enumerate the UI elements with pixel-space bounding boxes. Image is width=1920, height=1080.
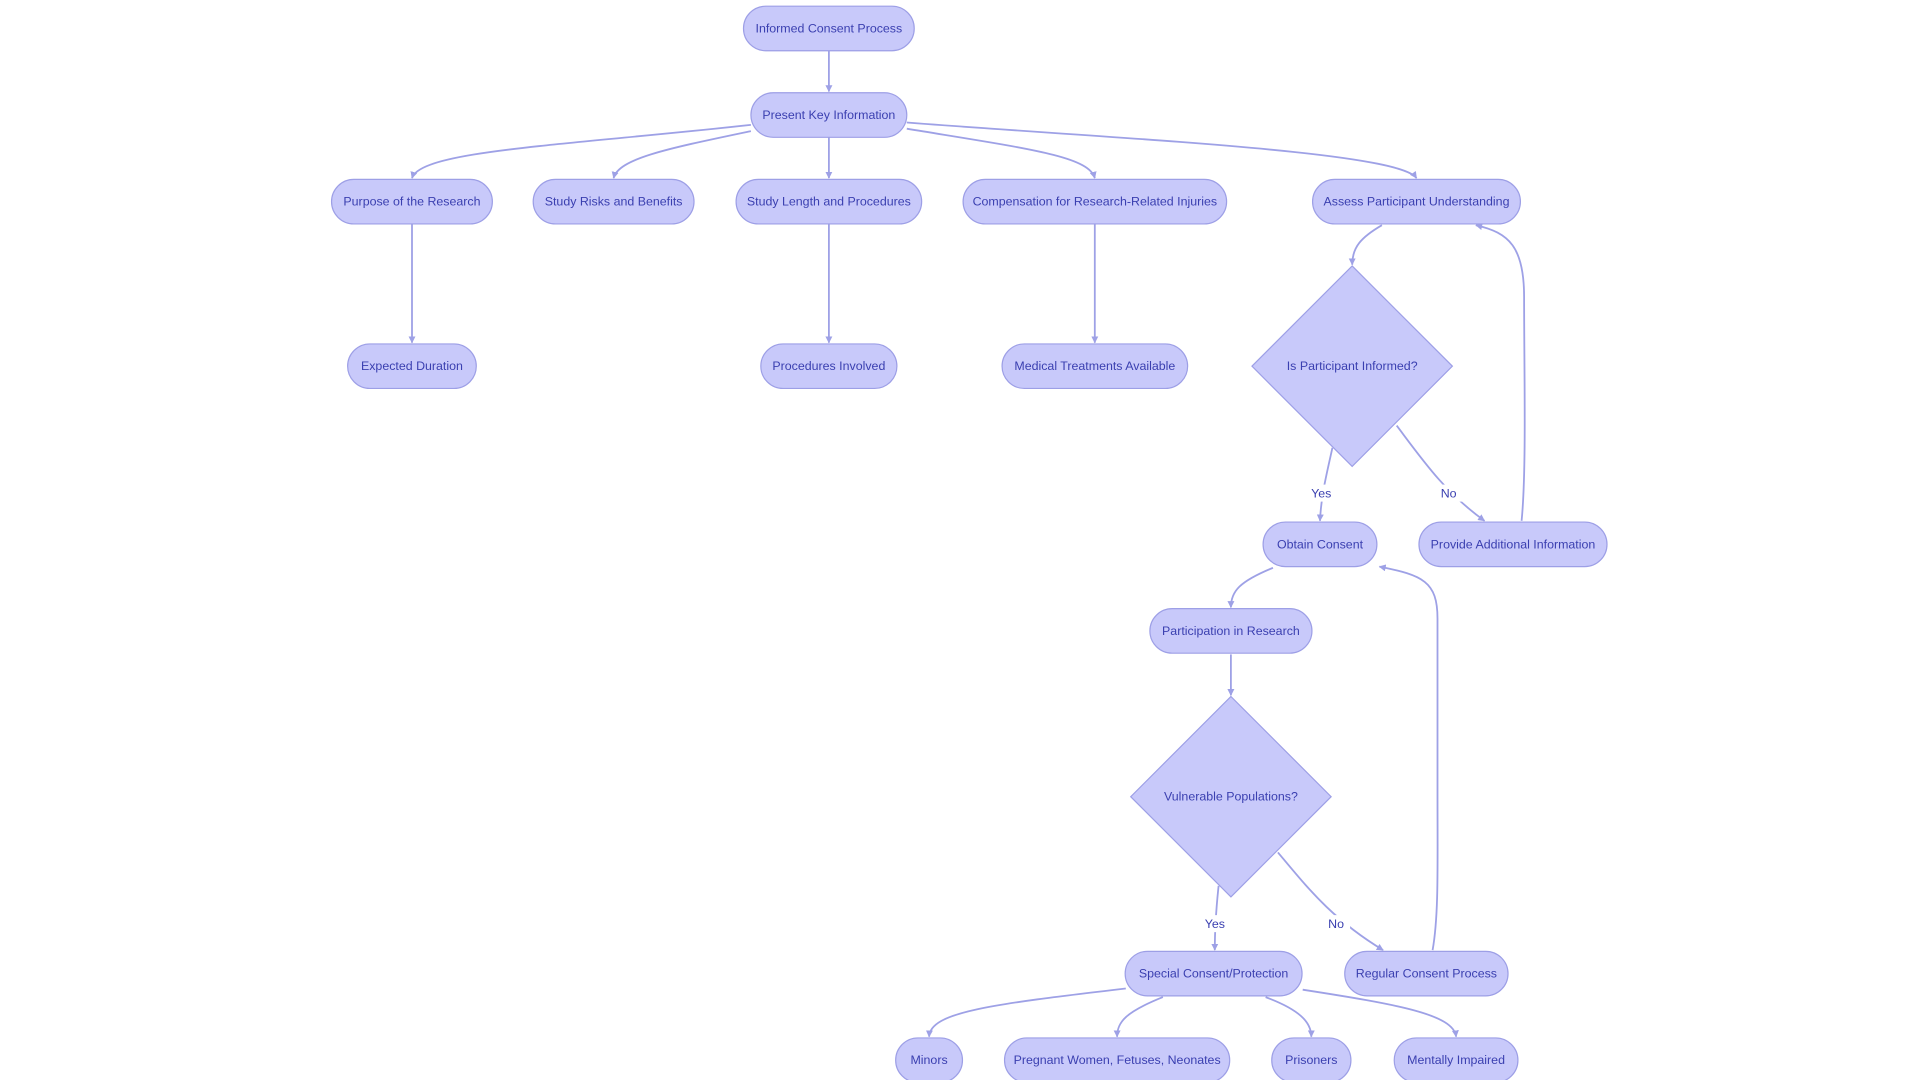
node-label: Purpose of the Research bbox=[343, 195, 480, 209]
node-participation[interactable]: Participation in Research bbox=[1149, 608, 1313, 654]
edge-label-text: No bbox=[1441, 487, 1457, 501]
node-label: Mentally Impaired bbox=[1407, 1053, 1505, 1067]
node-special-consent[interactable]: Special Consent/Protection bbox=[1124, 950, 1303, 997]
edge-provide-additional-info-to-assess-understanding bbox=[1475, 223, 1526, 521]
node-label: Vulnerable Populations? bbox=[1164, 790, 1298, 804]
node-label: Special Consent/Protection bbox=[1139, 967, 1289, 981]
node-label: Participation in Research bbox=[1162, 624, 1300, 638]
node-label: Prisoners bbox=[1285, 1053, 1337, 1067]
node-vulnerable-populations[interactable]: Vulnerable Populations? bbox=[1129, 695, 1332, 898]
edge-label-yes: Yes bbox=[1307, 484, 1336, 502]
edge-label-yes: Yes bbox=[1200, 915, 1229, 933]
node-obtain-consent[interactable]: Obtain Consent bbox=[1262, 521, 1378, 568]
node-label: Assess Participant Understanding bbox=[1324, 195, 1510, 209]
edge-present-key-information-to-compensation-injuries bbox=[906, 127, 1097, 179]
node-study-length-procedures[interactable]: Study Length and Procedures bbox=[735, 178, 923, 225]
node-procedures-involved[interactable]: Procedures Involved bbox=[760, 343, 898, 390]
nodes-layer: Informed Consent Process Present Key Info… bbox=[330, 5, 1608, 1080]
edge-assess-understanding-to-is-informed bbox=[1348, 224, 1383, 266]
node-regular-consent[interactable]: Regular Consent Process bbox=[1344, 950, 1509, 997]
node-informed-consent-process[interactable]: Informed Consent Process bbox=[742, 5, 915, 52]
node-minors[interactable]: Minors bbox=[895, 1037, 964, 1080]
node-label: Pregnant Women, Fetuses, Neonates bbox=[1014, 1053, 1221, 1067]
edge-present-key-information-to-purpose-of-research bbox=[410, 124, 751, 179]
edge-special-consent-to-mentally-impaired bbox=[1302, 988, 1459, 1038]
edge-special-consent-to-pregnant-women bbox=[1113, 996, 1164, 1038]
node-mentally-impaired[interactable]: Mentally Impaired bbox=[1393, 1037, 1519, 1080]
edge-obtain-consent-to-participation bbox=[1227, 566, 1274, 609]
node-label: Study Risks and Benefits bbox=[545, 195, 683, 209]
flowchart-canvas: Yes No Yes No Informed Consent Process Prese… bbox=[330, 5, 1608, 1080]
edge-is-informed-to-provide-additional-info bbox=[1395, 425, 1486, 522]
node-purpose-of-research[interactable]: Purpose of the Research bbox=[330, 178, 493, 225]
edge-special-consent-to-prisoners bbox=[1265, 996, 1315, 1038]
node-assess-understanding[interactable]: Assess Participant Understanding bbox=[1311, 178, 1522, 225]
node-pregnant-women[interactable]: Pregnant Women, Fetuses, Neonates bbox=[1003, 1037, 1231, 1080]
node-present-key-information[interactable]: Present Key Information bbox=[750, 92, 908, 138]
node-label: Expected Duration bbox=[361, 359, 463, 373]
node-label: Is Participant Informed? bbox=[1287, 359, 1418, 373]
node-compensation-injuries[interactable]: Compensation for Research-Related Injuri… bbox=[962, 178, 1228, 225]
node-label: Medical Treatments Available bbox=[1014, 359, 1175, 373]
edge-is-informed-to-obtain-consent bbox=[1316, 447, 1334, 522]
node-label: Present Key Information bbox=[762, 108, 895, 122]
edge-regular-consent-to-obtain-consent bbox=[1378, 564, 1439, 951]
node-medical-treatments[interactable]: Medical Treatments Available bbox=[1001, 343, 1189, 390]
node-label: Minors bbox=[910, 1053, 947, 1067]
node-study-risks-benefits[interactable]: Study Risks and Benefits bbox=[532, 178, 695, 225]
node-label: Informed Consent Process bbox=[756, 21, 903, 35]
edge-present-key-information-to-assess-understanding bbox=[906, 121, 1418, 179]
node-prisoners[interactable]: Prisoners bbox=[1271, 1037, 1352, 1080]
node-provide-additional-info[interactable]: Provide Additional Information bbox=[1418, 521, 1608, 568]
edge-vulnerable-populations-to-regular-consent bbox=[1277, 851, 1384, 951]
node-is-informed[interactable]: Is Participant Informed? bbox=[1251, 265, 1454, 468]
edge-label-no: No bbox=[1434, 484, 1463, 502]
edge-special-consent-to-minors bbox=[925, 987, 1126, 1038]
node-label: Compensation for Research-Related Injuri… bbox=[973, 195, 1218, 209]
node-expected-duration[interactable]: Expected Duration bbox=[347, 343, 477, 390]
edge-label-text: Yes bbox=[1205, 917, 1225, 931]
node-label: Regular Consent Process bbox=[1356, 967, 1497, 981]
node-label: Provide Additional Information bbox=[1431, 537, 1596, 551]
node-label: Procedures Involved bbox=[772, 359, 885, 373]
edge-label-text: No bbox=[1328, 917, 1344, 931]
edge-present-key-information-to-study-risks-benefits bbox=[611, 130, 752, 179]
node-label: Study Length and Procedures bbox=[747, 195, 911, 209]
node-label: Obtain Consent bbox=[1277, 537, 1364, 551]
edge-label-no: No bbox=[1322, 915, 1351, 933]
edge-label-text: Yes bbox=[1311, 487, 1331, 501]
